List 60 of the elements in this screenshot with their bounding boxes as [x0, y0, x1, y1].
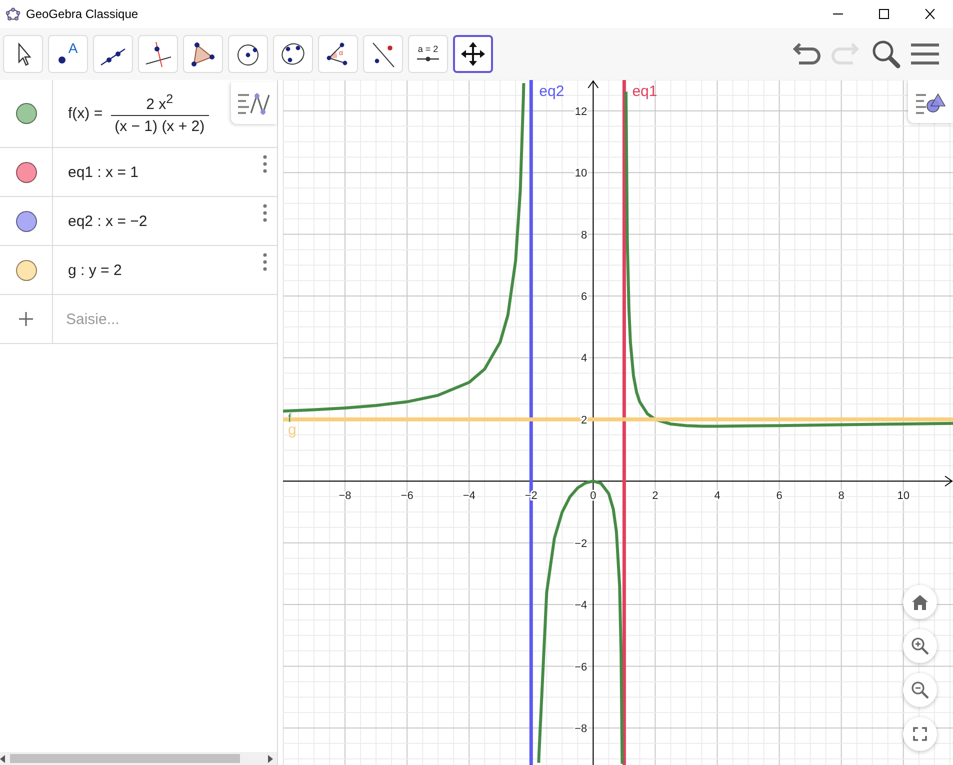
tick-label: −6 [400, 490, 414, 502]
visibility-dot[interactable] [16, 103, 36, 124]
more-menu-icon[interactable] [263, 253, 267, 271]
plus-icon [18, 311, 34, 327]
tick-label: 2 [652, 490, 658, 502]
tick-label: −2 [574, 538, 588, 550]
formula-text: g : y = 2 [68, 262, 122, 278]
visibility-dot[interactable] [16, 260, 36, 280]
style-bar-toggle[interactable] [908, 80, 953, 123]
window-title: GeoGebra Classique [26, 7, 140, 21]
fullscreen-button[interactable] [903, 717, 937, 751]
home-icon [912, 594, 928, 610]
fullscreen-icon [913, 727, 927, 741]
undo-icon[interactable] [791, 41, 821, 67]
tick-label: −4 [574, 600, 588, 612]
tick-label: −6 [574, 661, 588, 674]
tool-icon-label: a = 2 [418, 44, 438, 54]
formula-text: eq1 : x = 1 [68, 164, 138, 180]
tick-label: 8 [838, 490, 844, 502]
tick-label: 4 [714, 490, 720, 502]
zoom-in-button[interactable] [903, 629, 937, 663]
line-label: eq1 [632, 83, 658, 100]
home-button[interactable] [903, 585, 937, 619]
tick-label: 6 [776, 490, 782, 502]
visibility-dot[interactable] [16, 210, 36, 232]
tick-label: 12 [574, 106, 588, 118]
more-menu-icon[interactable] [263, 204, 267, 222]
tick-label: 10 [574, 168, 588, 180]
input-field[interactable]: Saisie... [64, 295, 268, 343]
formula-text: eq2 : x = −2 [68, 212, 148, 230]
scroll-left-icon[interactable] [0, 754, 6, 762]
app-logo-icon [6, 7, 20, 21]
tick-label: 10 [897, 490, 910, 502]
menu-icon[interactable] [911, 42, 939, 66]
tool-button[interactable]: A [48, 35, 88, 73]
tool-button[interactable] [453, 35, 493, 73]
tick-label: −8 [338, 490, 352, 502]
scroll-right-icon[interactable] [267, 754, 273, 762]
zoom-out-icon [911, 681, 929, 699]
tick-label: 4 [581, 352, 588, 365]
style-bar-toggle[interactable] [231, 82, 277, 124]
line-label: eq2 [539, 83, 564, 100]
tool-icon-label: A [68, 40, 78, 56]
zoom-out-button[interactable] [903, 673, 937, 707]
fraction-numerator: 2 x$^{2}$ [145, 92, 174, 115]
visibility-dot[interactable] [16, 162, 36, 182]
tick-label: 8 [581, 229, 588, 242]
scrollbar-thumb[interactable] [10, 754, 240, 763]
tick-label: 6 [581, 291, 588, 303]
search-icon[interactable] [871, 39, 901, 69]
zoom-in-icon [911, 637, 929, 655]
more-menu-icon[interactable] [263, 155, 267, 173]
tick-label: −8 [574, 722, 588, 735]
perpendicular-line-icon [143, 39, 173, 69]
fraction-denominator: (x − 1) (x + 2) [110, 115, 209, 135]
curve-label: g [288, 421, 296, 438]
formula-text: f(x) = [68, 105, 103, 122]
tool-button[interactable]: a = 2 [408, 35, 448, 73]
algebra-style-icon [237, 91, 271, 115]
tick-label: −4 [462, 490, 476, 502]
